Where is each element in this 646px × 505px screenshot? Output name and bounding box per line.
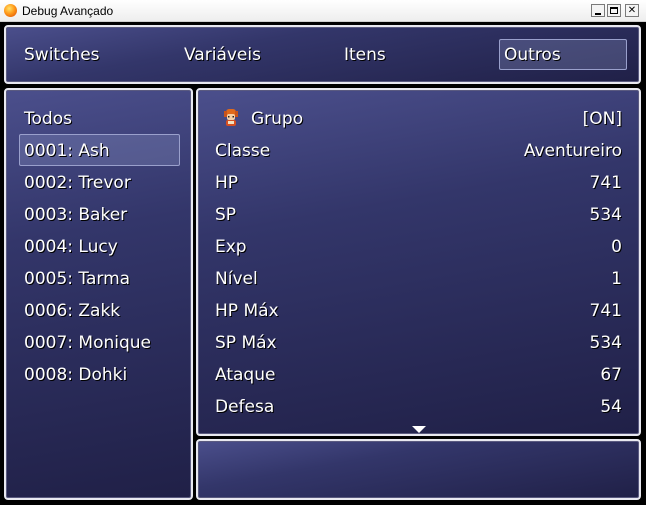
stat-value[interactable]: 534	[590, 204, 622, 226]
stat-label: SP	[215, 205, 237, 225]
title-bar: Debug Avançado ✕	[0, 0, 646, 22]
stat-value[interactable]: 54	[600, 396, 622, 418]
close-icon: ✕	[627, 5, 637, 16]
app-icon	[4, 4, 17, 17]
minimize-button[interactable]	[591, 4, 605, 17]
menu-item-outros[interactable]: Outros	[504, 44, 561, 66]
stat-label: Nível	[215, 269, 258, 289]
stat-value[interactable]: 1	[611, 268, 622, 290]
window-title: Debug Avançado	[22, 4, 114, 18]
stat-label: HP	[215, 173, 239, 193]
list-item-tarma[interactable]: 0005: Tarma	[24, 268, 130, 290]
menu-item-variaveis[interactable]: Variáveis	[184, 44, 261, 66]
list-item-zakk[interactable]: 0006: Zakk	[24, 300, 120, 322]
list-item-ash[interactable]: 0001: Ash	[24, 140, 110, 162]
maximize-icon	[610, 7, 618, 14]
list-item-monique[interactable]: 0007: Monique	[24, 332, 151, 354]
scroll-down-arrow-icon[interactable]	[412, 426, 426, 433]
stat-label: Defesa	[215, 397, 275, 417]
actor-detail-panel: Grupo [ON] Classe Aventureiro HP 741 SP …	[196, 88, 641, 436]
close-button[interactable]: ✕	[625, 4, 639, 17]
stat-value[interactable]: 534	[590, 332, 622, 354]
stat-value[interactable]: 741	[590, 172, 622, 194]
stat-value[interactable]: 741	[590, 300, 622, 322]
stat-label: Exp	[215, 237, 247, 257]
stat-label: Ataque	[215, 365, 276, 385]
list-item-baker[interactable]: 0003: Baker	[24, 204, 127, 226]
group-label: Grupo	[251, 109, 304, 129]
help-window	[196, 439, 641, 500]
list-item-todos[interactable]: Todos	[24, 108, 72, 130]
actor-sprite-icon	[224, 109, 238, 126]
list-item-lucy[interactable]: 0004: Lucy	[24, 236, 118, 258]
stat-label: HP Máx	[215, 301, 279, 321]
stat-label: SP Máx	[215, 333, 277, 353]
category-menu: Switches Variáveis Itens Outros	[4, 25, 641, 84]
list-item-trevor[interactable]: 0002: Trevor	[24, 172, 131, 194]
group-value[interactable]: [ON]	[583, 108, 622, 130]
stat-label: Classe	[215, 141, 271, 161]
stat-value[interactable]: 67	[600, 364, 622, 386]
minimize-icon	[595, 13, 601, 15]
menu-item-itens[interactable]: Itens	[344, 44, 386, 66]
stat-value[interactable]: 0	[611, 236, 622, 258]
actor-list: Todos 0001: Ash 0002: Trevor 0003: Baker…	[4, 88, 193, 500]
list-item-dohki[interactable]: 0008: Dohki	[24, 364, 127, 386]
menu-item-switches[interactable]: Switches	[24, 44, 100, 66]
maximize-button[interactable]	[607, 4, 621, 17]
stat-value[interactable]: Aventureiro	[524, 140, 622, 162]
debug-window: Debug Avançado ✕ Switches Variáveis Iten…	[0, 0, 646, 505]
